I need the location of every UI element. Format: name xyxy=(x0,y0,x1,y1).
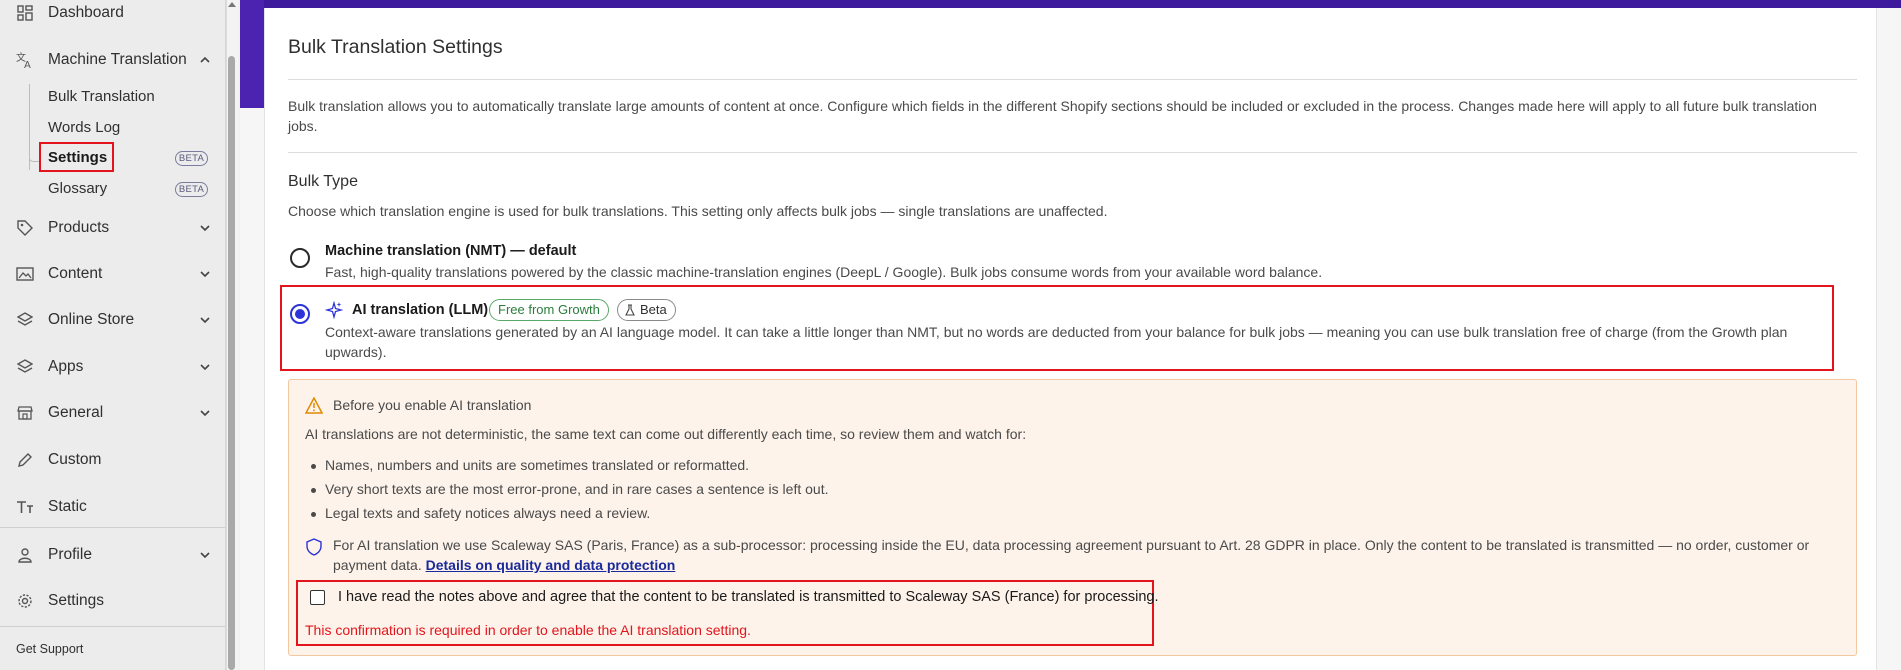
sidebar-item-apps[interactable]: Apps xyxy=(0,350,226,384)
gear-icon xyxy=(16,592,34,610)
beta-label: Beta xyxy=(640,302,667,317)
sidebar-item-custom[interactable]: Custom xyxy=(0,443,226,477)
text-icon xyxy=(16,498,34,516)
chevron-down-icon xyxy=(200,271,210,278)
scrollbar-thumb[interactable] xyxy=(228,56,235,670)
radio-nmt[interactable] xyxy=(290,248,310,268)
scroll-up-arrow[interactable] xyxy=(228,2,236,7)
section-title: Bulk Type xyxy=(288,173,358,190)
highlight-box xyxy=(39,142,114,172)
section-description: Choose which translation engine is used … xyxy=(288,203,1108,219)
divider xyxy=(0,527,226,528)
page-description: Bulk translation allows you to automatic… xyxy=(288,98,1817,134)
option-description: Fast, high-quality translations powered … xyxy=(325,264,1323,280)
sidebar-item-label: Products xyxy=(48,219,110,236)
sidebar-item-profile[interactable]: Profile xyxy=(0,538,226,572)
sidebar-item-label: Machine Translation xyxy=(48,51,187,68)
chevron-down-icon xyxy=(200,552,210,559)
sidebar-subitem-words-log[interactable]: Words Log xyxy=(48,119,120,136)
sidebar-item-label: Profile xyxy=(48,546,92,563)
privacy-notice: For AI translation we use Scaleway SAS (… xyxy=(333,535,1843,575)
sidebar: Dashboard 文A Machine Translation Bulk Tr… xyxy=(0,0,226,670)
beta-badge: Beta xyxy=(617,299,676,321)
chevron-down-icon xyxy=(200,225,210,232)
beta-badge: BETA xyxy=(175,182,208,197)
sidebar-item-general[interactable]: General xyxy=(0,396,226,430)
apps-icon xyxy=(16,358,34,376)
divider xyxy=(288,79,1857,80)
sidebar-item-static[interactable]: Static xyxy=(0,490,226,524)
consent-error: This confirmation is required in order t… xyxy=(305,622,751,638)
sidebar-item-label: Custom xyxy=(48,451,102,468)
sidebar-item-settings[interactable]: Settings xyxy=(0,584,226,618)
layers-icon xyxy=(16,311,34,329)
option-description: Context-aware translations generated by … xyxy=(325,324,1788,360)
chevron-down-icon xyxy=(200,410,210,417)
dashboard-icon xyxy=(16,4,34,22)
header-strip xyxy=(240,0,264,108)
chevron-down-icon xyxy=(200,317,210,324)
chevron-down-icon xyxy=(200,364,210,371)
radio-ai[interactable] xyxy=(290,304,310,324)
translate-icon: 文A xyxy=(16,51,34,69)
sidebar-item-machine-translation[interactable]: 文A Machine Translation xyxy=(0,43,226,77)
sidebar-item-label: Settings xyxy=(48,592,105,609)
sidebar-item-online-store[interactable]: Online Store xyxy=(0,303,226,337)
sidebar-item-content[interactable]: Content xyxy=(0,257,226,291)
sidebar-subitem-glossary[interactable]: Glossary xyxy=(48,180,107,197)
sparkle-icon xyxy=(325,301,343,319)
sidebar-item-label: Dashboard xyxy=(48,4,124,21)
chevron-up-icon xyxy=(200,56,210,63)
plan-badge: Free from Growth xyxy=(489,299,609,321)
tree-elbow xyxy=(29,152,39,162)
warning-heading: Before you enable AI translation xyxy=(333,397,532,413)
store-icon xyxy=(16,404,34,422)
divider xyxy=(288,152,1857,153)
header-bar xyxy=(240,0,1901,8)
warning-bullet: Very short texts are the most error-pron… xyxy=(310,481,829,497)
divider xyxy=(0,626,226,627)
warning-intro: AI translations are not deterministic, t… xyxy=(305,426,1027,442)
privacy-details-link[interactable]: Details on quality and data protection xyxy=(426,557,676,573)
sidebar-item-dashboard[interactable]: Dashboard xyxy=(0,0,226,30)
option-title: AI translation (LLM) xyxy=(352,302,489,318)
sidebar-item-label: Static xyxy=(48,498,87,515)
tag-icon xyxy=(16,219,34,237)
flask-icon xyxy=(625,304,635,316)
image-icon xyxy=(16,265,34,283)
consent-label[interactable]: I have read the notes above and agree th… xyxy=(338,589,1159,605)
get-support-link[interactable]: Get Support xyxy=(16,642,83,656)
sidebar-item-label: Online Store xyxy=(48,311,135,328)
shield-icon xyxy=(306,538,322,556)
warning-bullet: Names, numbers and units are sometimes t… xyxy=(310,457,750,473)
warning-icon xyxy=(305,397,323,414)
sidebar-subitem-bulk-translation[interactable]: Bulk Translation xyxy=(48,88,155,105)
sidebar-item-label: Apps xyxy=(48,358,84,375)
sidebar-item-label: Content xyxy=(48,265,103,282)
sidebar-item-products[interactable]: Products xyxy=(0,211,226,245)
svg-text:A: A xyxy=(24,60,31,69)
sidebar-item-label: General xyxy=(48,404,104,421)
page-title: Bulk Translation Settings xyxy=(288,36,503,58)
beta-badge: BETA xyxy=(175,151,208,166)
option-title: Machine translation (NMT) — default xyxy=(325,243,577,259)
pencil-icon xyxy=(16,451,34,469)
consent-checkbox[interactable] xyxy=(310,590,325,605)
warning-bullet: Legal texts and safety notices always ne… xyxy=(310,505,651,521)
user-icon xyxy=(16,546,34,564)
